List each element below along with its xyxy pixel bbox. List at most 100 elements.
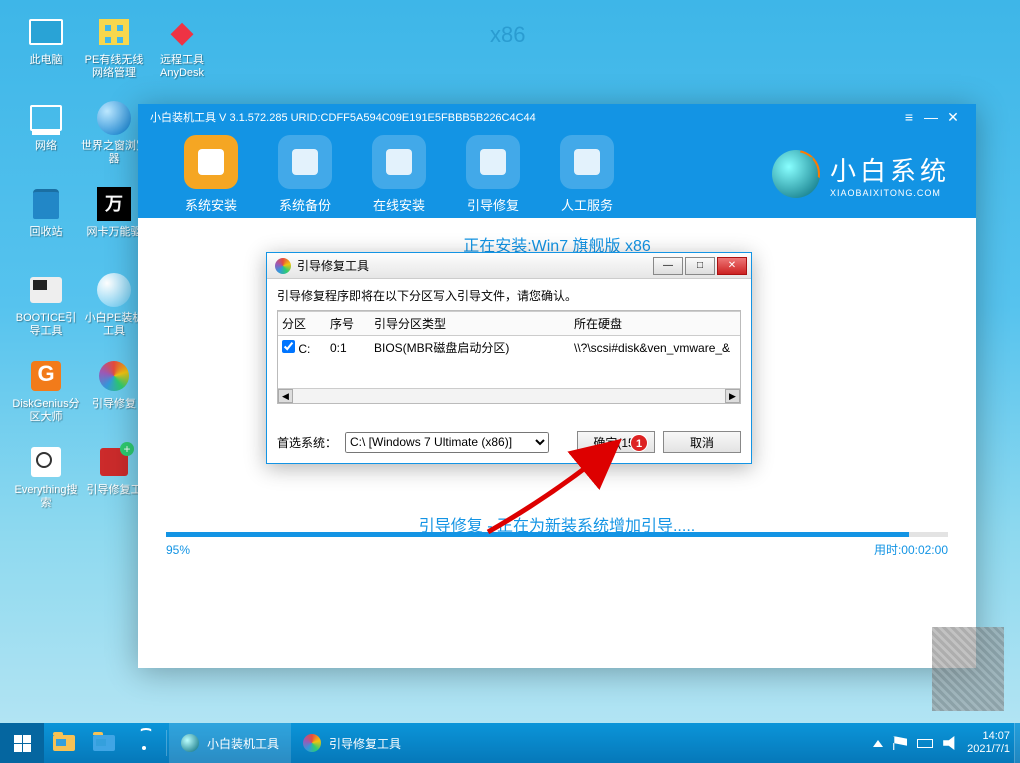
dialog-maximize-button[interactable]: □ — [685, 257, 715, 275]
folder-icon — [53, 735, 75, 751]
tool-icon — [198, 149, 224, 175]
dialog-message: 引导修复程序即将在以下分区写入引导文件，请您确认。 — [277, 287, 741, 304]
titlebar: 小白装机工具 V 3.1.572.285 URID:CDFF5A594C09E1… — [138, 104, 976, 126]
glyph-10k-icon: 万 — [97, 187, 131, 221]
tool-label: 系统安装 — [164, 195, 258, 214]
progress-percent: 95% — [166, 543, 210, 557]
glyph-remote-icon: ◆ — [170, 15, 193, 50]
brand-name: 小白系统 — [830, 151, 950, 188]
desktop-icon-label: 回收站 — [12, 226, 80, 239]
desktop-icon-label: DiskGenius分区大师 — [12, 398, 80, 424]
brand-logo-icon — [772, 150, 820, 198]
tool-label: 在线安装 — [352, 195, 446, 214]
desktop-icon-3[interactable]: 网络 — [12, 96, 80, 178]
table-header[interactable]: 引导分区类型 — [370, 312, 570, 336]
glyph-trash-icon — [33, 189, 59, 219]
watermark-block — [932, 627, 1004, 711]
desktop-icon-label: 远程工具AnyDesk — [148, 54, 216, 80]
progress-area: 95% 用时:00:02:00 — [166, 532, 948, 558]
desktop-bg-label: x86 — [490, 22, 525, 48]
desktop-icon-15[interactable]: Everything搜索 — [12, 440, 80, 522]
taskbar-wifi-icon[interactable] — [124, 723, 164, 763]
table-header[interactable]: 序号 — [326, 312, 370, 336]
desktop-icon-6[interactable]: 回收站 — [12, 182, 80, 264]
desktop-icon-label: PE有线无线网络管理 — [80, 54, 148, 80]
desktop-icon-9[interactable]: BOOTICE引导工具 — [12, 268, 80, 350]
toolbar-tab-4[interactable]: 人工服务 — [540, 135, 634, 214]
dialog-title: 引导修复工具 — [297, 257, 369, 274]
tray-up-icon[interactable] — [873, 740, 883, 747]
glyph-color-icon — [99, 361, 129, 391]
wifi-icon — [135, 736, 153, 750]
progress-bar — [166, 532, 948, 537]
desktop-icon-label: Everything搜索 — [12, 484, 80, 510]
table-header[interactable]: 所在硬盘 — [570, 312, 740, 336]
tool-icon — [480, 149, 506, 175]
tool-icon — [292, 149, 318, 175]
close-button[interactable]: ✕ — [942, 109, 964, 126]
dialog-close-button[interactable]: ✕ — [717, 257, 747, 275]
tray-battery-icon[interactable] — [917, 739, 933, 748]
glyph-globe-icon — [97, 101, 131, 135]
taskbar-app-0[interactable]: 小白装机工具 — [169, 723, 291, 763]
dialog-minimize-button[interactable]: — — [653, 257, 683, 275]
toolbar-tab-3[interactable]: 引导修复 — [446, 135, 540, 214]
windows-icon — [14, 735, 31, 752]
tool-label: 系统备份 — [258, 195, 352, 214]
app-icon — [181, 734, 199, 752]
partition-checkbox[interactable] — [282, 340, 295, 353]
preferred-system-label: 首选系统： — [277, 434, 337, 451]
system-tray: 14:07 2021/7/1 — [873, 730, 1020, 756]
toolbar-tab-0[interactable]: 系统安装 — [164, 135, 258, 214]
start-button[interactable] — [0, 723, 44, 763]
glyph-network-icon — [30, 105, 62, 131]
toolbar: 系统安装系统备份在线安装引导修复人工服务 小白系统 XIAOBAIXITONG.… — [138, 126, 976, 218]
taskbar-clock[interactable]: 14:07 2021/7/1 — [967, 730, 1010, 756]
glyph-box-icon — [100, 448, 128, 476]
desktop-icon-label: 此电脑 — [12, 54, 80, 67]
tool-icon — [386, 149, 412, 175]
partition-table: 分区序号引导分区类型所在硬盘 C:0:1BIOS(MBR磁盘启动分区)\\?\s… — [277, 310, 741, 404]
show-desktop-button[interactable] — [1014, 723, 1020, 763]
app-label: 小白装机工具 — [207, 735, 279, 752]
content-area: 正在安装:Win7 旗舰版 x86 引导修复 - 正在为新装系统增加引导....… — [138, 218, 976, 668]
annotation-badge-1: 1 — [630, 434, 648, 452]
menu-button[interactable]: ≡ — [898, 109, 920, 125]
horizontal-scrollbar[interactable]: ◀ ▶ — [278, 388, 740, 403]
taskbar: 小白装机工具 引导修复工具 14:07 2021/7/1 — [0, 723, 1020, 763]
installer-window: 小白装机工具 V 3.1.572.285 URID:CDFF5A594C09E1… — [138, 104, 976, 668]
taskbar-browser-button[interactable] — [84, 723, 124, 763]
table-row[interactable]: C:0:1BIOS(MBR磁盘启动分区)\\?\scsi#disk&ven_vm… — [278, 336, 740, 360]
desktop-icon-label: 网络 — [12, 140, 80, 153]
dialog-titlebar[interactable]: 引导修复工具 — □ ✕ — [267, 253, 751, 279]
tool-icon — [574, 149, 600, 175]
brand-url: XIAOBAIXITONG.COM — [830, 188, 950, 198]
toolbar-tab-1[interactable]: 系统备份 — [258, 135, 352, 214]
desktop-icon-2[interactable]: ◆ 远程工具AnyDesk — [148, 10, 216, 92]
glyph-disk-icon: G — [31, 361, 61, 391]
taskbar-explorer-button[interactable] — [44, 723, 84, 763]
tray-volume-icon[interactable] — [943, 736, 957, 750]
cancel-button[interactable]: 取消 — [663, 431, 741, 453]
desktop-icon-1[interactable]: PE有线无线网络管理 — [80, 10, 148, 92]
toolbar-tab-2[interactable]: 在线安装 — [352, 135, 446, 214]
tray-flag-icon[interactable] — [893, 736, 907, 750]
glyph-net-icon — [99, 19, 129, 45]
tool-label: 引导修复 — [446, 195, 540, 214]
glyph-pe-icon — [97, 273, 131, 307]
preferred-system-select[interactable]: C:\ [Windows 7 Ultimate (x86)] — [345, 432, 549, 453]
window-title: 小白装机工具 V 3.1.572.285 URID:CDFF5A594C09E1… — [150, 109, 536, 125]
progress-time: 用时:00:02:00 — [852, 541, 948, 558]
taskbar-app-1[interactable]: 引导修复工具 — [291, 723, 413, 763]
desktop-icon-12[interactable]: G DiskGenius分区大师 — [12, 354, 80, 436]
app-label: 引导修复工具 — [329, 735, 401, 752]
table-header[interactable]: 分区 — [278, 312, 326, 336]
app-icon — [303, 734, 321, 752]
scroll-left-button[interactable]: ◀ — [278, 389, 293, 403]
minimize-button[interactable]: — — [920, 109, 942, 125]
folder-icon — [93, 735, 115, 751]
glyph-usb-icon — [30, 277, 62, 303]
glyph-monitor-icon — [29, 19, 63, 45]
desktop-icon-0[interactable]: 此电脑 — [12, 10, 80, 92]
scroll-right-button[interactable]: ▶ — [725, 389, 740, 403]
